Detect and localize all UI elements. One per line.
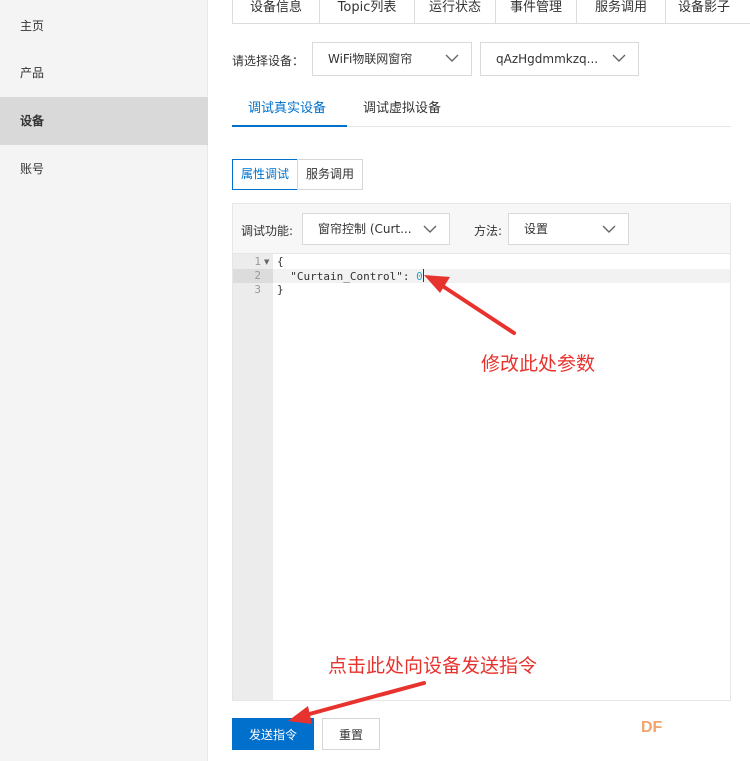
debug-mode-tabs: 调试真实设备 调试虚拟设备	[232, 95, 731, 127]
annotation-modify-parameter: 修改此处参数	[481, 353, 596, 375]
watermark-logo: DF	[641, 719, 663, 736]
chevron-down-icon	[602, 214, 618, 244]
reset-button[interactable]: 重置	[322, 718, 380, 750]
sidebar-item-account[interactable]: 账号	[0, 145, 208, 193]
product-select-value: WiFi物联网窗帘	[328, 52, 413, 66]
chevron-down-icon	[445, 43, 461, 75]
debug-panel-header: 调试功能: 窗帘控制 (Curt... 方法: 设置	[233, 204, 730, 254]
tab-event-management[interactable]: 事件管理	[495, 0, 577, 24]
tab-debug-virtual-device[interactable]: 调试虚拟设备	[363, 95, 463, 126]
chevron-down-icon	[612, 43, 628, 75]
tab-topic-list[interactable]: Topic列表	[319, 0, 415, 24]
code-line: }	[277, 283, 284, 296]
method-label: 方法:	[474, 224, 503, 238]
line-number: 1	[254, 255, 261, 268]
product-select[interactable]: WiFi物联网窗帘	[312, 42, 472, 76]
line-number: 3	[254, 283, 261, 296]
function-select-value: 窗帘控制 (Curt...	[318, 222, 412, 236]
method-select-value: 设置	[524, 222, 549, 236]
text-cursor	[422, 269, 424, 282]
send-command-button[interactable]: 发送指令	[232, 718, 314, 750]
method-select[interactable]: 设置	[508, 213, 629, 245]
tab-service-call[interactable]: 服务调用	[576, 0, 666, 24]
tab-run-status[interactable]: 运行状态	[414, 0, 496, 24]
json-editor[interactable]: 1 ▼ 2 3 { "Curtain_Control": 0 }	[233, 254, 730, 700]
sidebar-item-devices[interactable]: 设备	[0, 97, 208, 145]
curtain-control-value[interactable]: 0	[416, 270, 423, 283]
device-name-select[interactable]: qAzHgdmmkzq...	[480, 42, 639, 76]
tab-device-shadow[interactable]: 设备影子	[665, 0, 750, 24]
segment-service-call[interactable]: 服务调用	[297, 159, 363, 190]
sidebar-item-home[interactable]: 主页	[0, 2, 208, 50]
editor-gutter	[233, 254, 273, 700]
function-select[interactable]: 窗帘控制 (Curt...	[302, 213, 450, 245]
line-number: 2	[254, 269, 261, 282]
sidebar-item-products[interactable]: 产品	[0, 49, 208, 97]
device-name-select-value: qAzHgdmmkzq...	[496, 52, 599, 66]
tab-debug-real-device[interactable]: 调试真实设备	[232, 95, 347, 127]
code-line: "Curtain_Control": 0	[277, 269, 424, 283]
device-select-label: 请选择设备：	[232, 54, 305, 68]
code-line: {	[277, 255, 284, 268]
top-tabs: 设备信息 Topic列表 运行状态 事件管理 服务调用 设备影子	[232, 0, 750, 24]
function-label: 调试功能:	[241, 224, 294, 238]
debug-panel: 调试功能: 窗帘控制 (Curt... 方法: 设置 1 ▼ 2 3 { "Cu…	[232, 203, 731, 701]
code-key: "Curtain_Control":	[277, 270, 417, 283]
annotation-click-send: 点击此处向设备发送指令	[328, 655, 538, 677]
fold-arrow-icon[interactable]: ▼	[264, 255, 269, 269]
chevron-down-icon	[423, 214, 439, 244]
sidebar: 主页 产品 设备 账号	[0, 0, 208, 761]
segment-property-debug[interactable]: 属性调试	[232, 159, 298, 190]
tab-device-info[interactable]: 设备信息	[232, 0, 320, 24]
